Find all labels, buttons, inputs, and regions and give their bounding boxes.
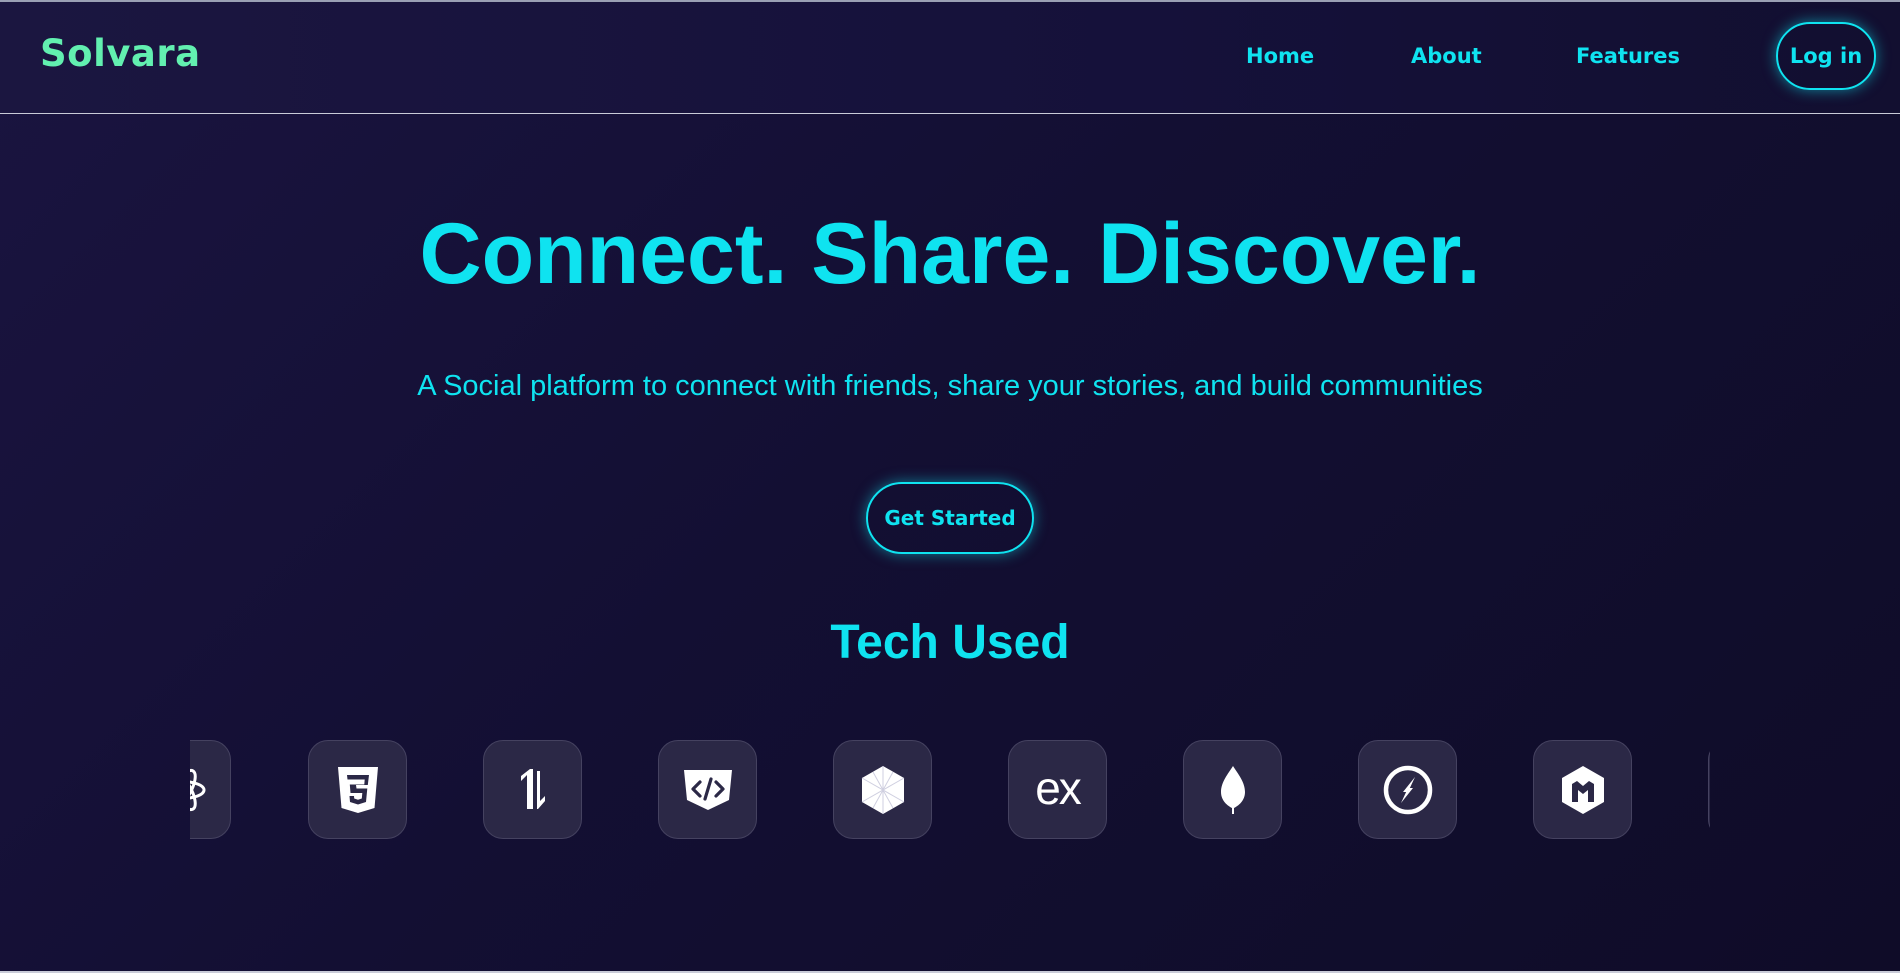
axios-icon [513, 765, 553, 815]
tech-tile-hexagon [833, 740, 932, 839]
tech-tile-socketio [1358, 740, 1457, 839]
get-started-button[interactable]: Get Started [866, 482, 1034, 554]
css3-icon [336, 765, 380, 815]
logo[interactable]: Solvara [40, 32, 201, 75]
tech-icons-marquee: ex [190, 738, 1710, 842]
electron-hexagon-icon [859, 764, 907, 816]
html-code-icon [682, 768, 734, 812]
nav-home-link[interactable]: Home [1246, 44, 1314, 68]
mongodb-icon [1218, 764, 1248, 816]
socketio-icon [1382, 764, 1434, 816]
navbar: Solvara Home About Features Log in [0, 2, 1900, 114]
login-button[interactable]: Log in [1776, 22, 1876, 90]
tech-tile-css3 [308, 740, 407, 839]
tech-tile-partial [1708, 740, 1710, 839]
tech-tile-html [658, 740, 757, 839]
nav-features-link[interactable]: Features [1576, 44, 1680, 68]
hero-subtitle: A Social platform to connect with friend… [417, 370, 1483, 402]
hero-title: Connect. Share. Discover. [419, 206, 1481, 302]
express-icon: ex [1035, 761, 1082, 814]
react-icon [190, 764, 208, 816]
tech-tile-react [190, 740, 231, 839]
tech-used-heading: Tech Used [830, 616, 1070, 669]
tech-tile-mongodb [1183, 740, 1282, 839]
multer-icon [1559, 764, 1607, 816]
tech-tile-multer [1533, 740, 1632, 839]
tech-tile-express: ex [1008, 740, 1107, 839]
nav-about-link[interactable]: About [1411, 44, 1482, 68]
tech-tile-axios [483, 740, 582, 839]
